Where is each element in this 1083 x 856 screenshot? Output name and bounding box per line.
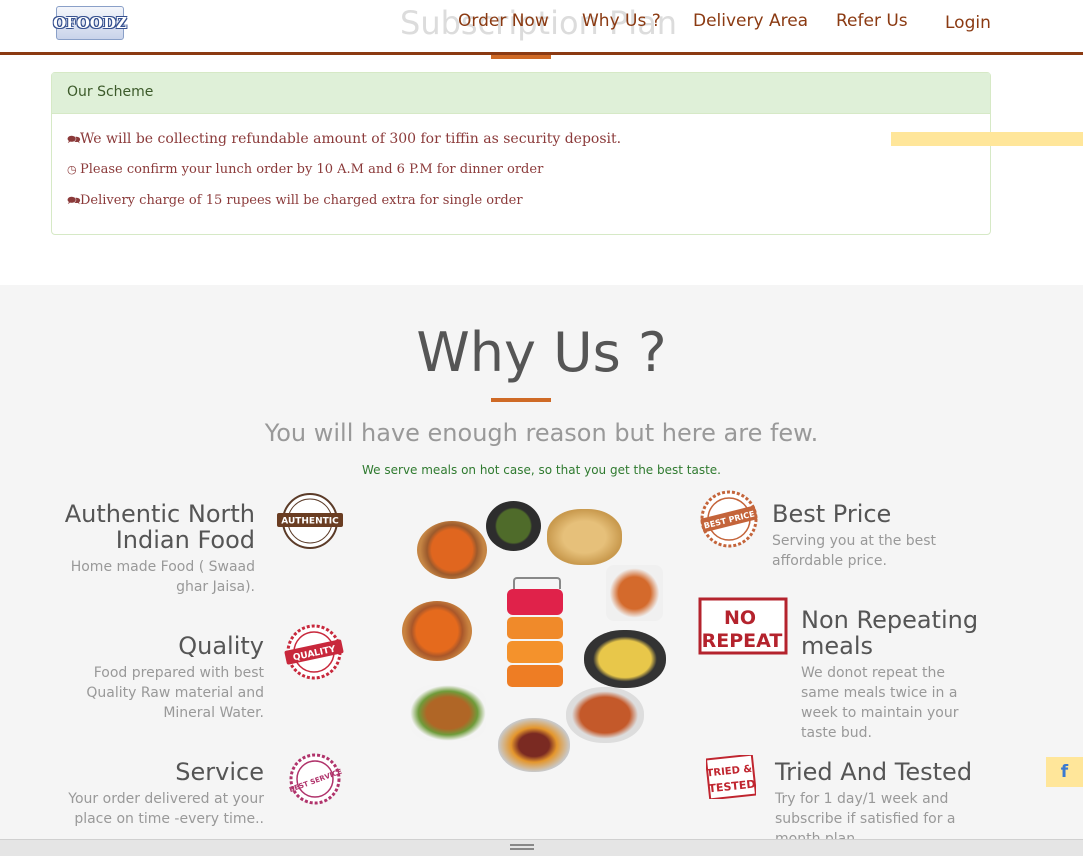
papad-image — [547, 509, 622, 565]
brand-logo[interactable]: OFOODZ — [53, 6, 127, 40]
panel-title: Our Scheme — [67, 84, 154, 100]
clock-icon: ◷ — [67, 163, 77, 176]
tried-tested-badge-icon: TRIED & TESTED — [706, 755, 756, 799]
drag-handle-icon[interactable] — [510, 848, 534, 850]
scheme-text: Please confirm your lunch order by 10 A.… — [80, 162, 544, 177]
nav-delivery-area[interactable]: Delivery Area — [693, 11, 808, 31]
kadhi-plate-image — [498, 718, 570, 772]
feature-desc: Your order delivered at your place on ti… — [68, 791, 264, 827]
badge-text: NO — [724, 607, 756, 629]
feature-title: Authentic North Indian Food — [64, 500, 255, 554]
dal-plate-image — [566, 687, 644, 743]
logo-text: OFOODZ — [53, 14, 127, 32]
scheme-item: 🗪Delivery charge of 15 rupees will be ch… — [67, 192, 523, 211]
badge-text: AUTHENTIC — [281, 517, 339, 527]
navbar: OFOODZ Subscription Plan Order Now Why U… — [0, 0, 1083, 55]
section-title: Why Us ? — [416, 321, 667, 384]
quality-badge-icon: QUALITY — [284, 624, 344, 680]
feature-title: Tried And Tested — [775, 758, 973, 786]
scheme-item: 🗪We will be collecting refundable amount… — [67, 131, 621, 150]
title-underline — [491, 55, 551, 59]
scheme-panel: Our Scheme 🗪We will be collecting refund… — [51, 72, 991, 235]
feature-title: Non Repeating meals — [801, 606, 979, 660]
feature-title: Best Price — [772, 500, 892, 528]
bottom-drawer-bar[interactable] — [0, 839, 1083, 856]
badge-text: REPEAT — [702, 630, 783, 652]
palak-bowl-image — [486, 501, 541, 551]
feature-title: Quality — [178, 632, 264, 660]
comments-icon: 🗪 — [67, 133, 81, 146]
tiffin-box-image — [505, 577, 565, 689]
nav-refer-us[interactable]: Refer Us — [836, 11, 908, 31]
feature-desc: We donot repeat the same meals twice in … — [801, 665, 959, 741]
panel-header — [52, 73, 990, 114]
title-underline — [491, 398, 551, 402]
aloo-gobi-image — [410, 685, 486, 741]
comments-icon: 🗪 — [67, 194, 81, 207]
scheme-item: ◷ Please confirm your lunch order by 10 A… — [67, 162, 543, 177]
no-repeat-badge-icon: NO REPEAT — [698, 597, 788, 655]
feature-desc: Food prepared with best Quality Raw mate… — [86, 665, 264, 721]
authentic-badge-icon: AUTHENTIC — [277, 493, 343, 549]
feature-title: Service — [175, 758, 264, 786]
facebook-icon[interactable]: f — [1046, 757, 1083, 787]
curry-pot-image — [417, 521, 487, 579]
highlight-strip — [891, 132, 1083, 146]
chicken-plate-image — [606, 565, 663, 621]
section-subtitle: You will have enough reason but here are… — [264, 419, 819, 447]
section-note: We serve meals on hot case, so that you … — [362, 463, 721, 477]
nav-login[interactable]: Login — [945, 13, 991, 33]
nav-why-us[interactable]: Why Us ? — [582, 11, 661, 31]
scheme-text: We will be collecting refundable amount … — [80, 131, 622, 147]
feature-desc: Home made Food ( Swaad ghar Jaisa). — [70, 559, 255, 595]
best-price-badge-icon: BEST PRICE — [700, 490, 758, 548]
scheme-text: Delivery charge of 15 rupees will be cha… — [80, 193, 523, 208]
nav-order-now[interactable]: Order Now — [458, 11, 549, 31]
rice-plate-image — [584, 630, 666, 688]
best-service-badge-icon: BEST SERVICE — [288, 753, 343, 805]
paneer-kadai-image — [402, 601, 472, 661]
feature-desc: Serving you at the best affordable price… — [772, 533, 937, 569]
why-us-section: Why Us ? You will have enough reason but… — [0, 285, 1083, 855]
